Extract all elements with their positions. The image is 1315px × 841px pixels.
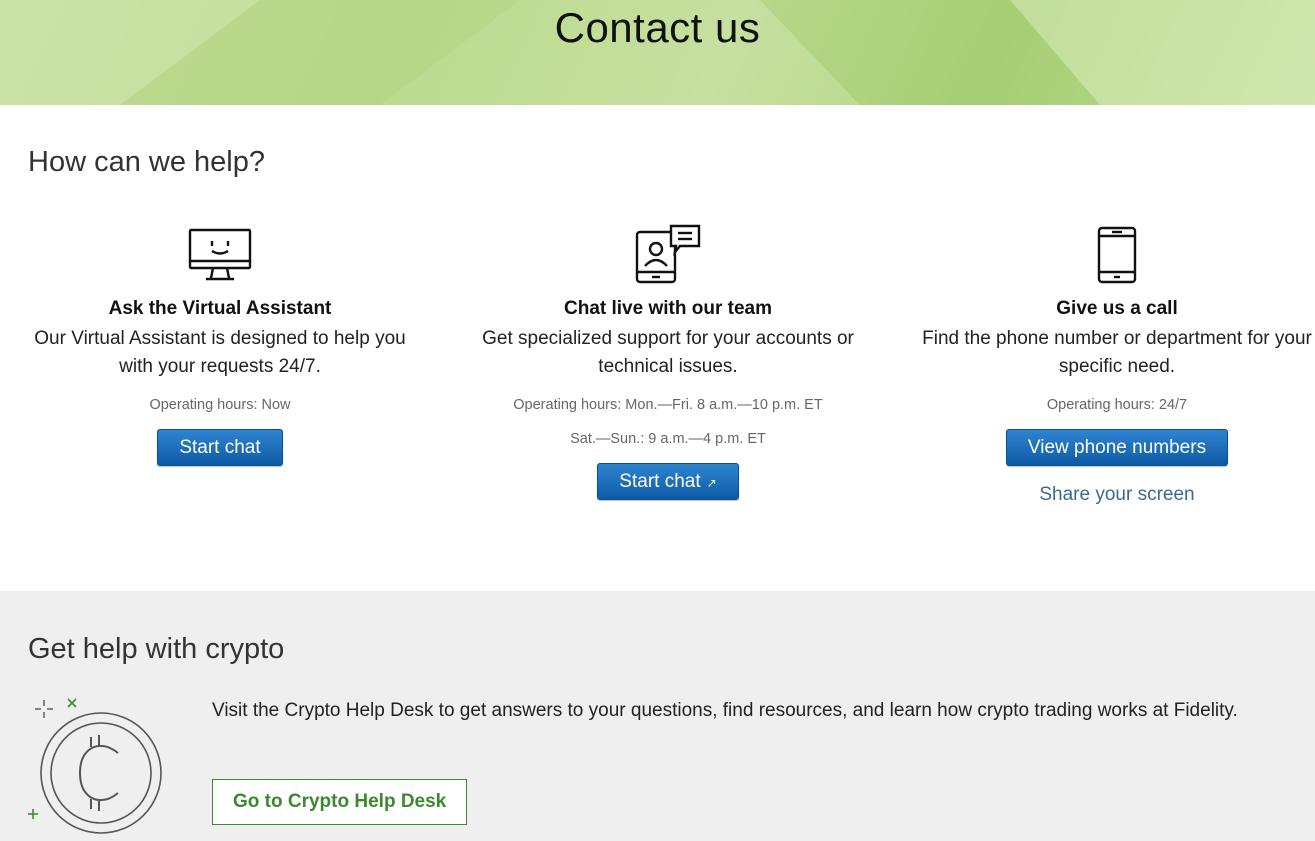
- option-virtual-assistant: Ask the Virtual Assistant Our Virtual As…: [10, 212, 430, 466]
- section-title-help: How can we help?: [28, 146, 265, 178]
- start-chat-live-button[interactable]: Start chat ↗: [597, 463, 739, 500]
- view-phone-numbers-button[interactable]: View phone numbers: [1005, 429, 1229, 466]
- page-title: Contact us: [554, 4, 761, 51]
- tablet-chat-icon: [458, 212, 878, 284]
- crypto-section: Get help with crypto Visit the Crypto He…: [0, 591, 1315, 841]
- start-chat-virtual-assistant-button[interactable]: Start chat: [157, 429, 283, 466]
- option-description: Get specialized support for your account…: [482, 328, 854, 377]
- external-window-icon: ↗: [706, 476, 717, 490]
- phone-icon: [907, 212, 1315, 284]
- option-description: Our Virtual Assistant is designed to hel…: [34, 328, 406, 377]
- option-description: Find the phone number or department for …: [922, 328, 1312, 377]
- option-heading: Ask the Virtual Assistant: [108, 298, 332, 319]
- option-phone: Give us a call Find the phone number or …: [907, 212, 1315, 506]
- operating-hours: Operating hours: Now: [149, 397, 291, 413]
- share-your-screen-link[interactable]: Share your screen: [907, 484, 1315, 506]
- option-heading: Chat live with our team: [564, 298, 772, 319]
- section-title-crypto: Get help with crypto: [28, 633, 285, 665]
- crypto-coin-icon: [24, 691, 169, 841]
- monitor-smile-icon: [10, 212, 430, 284]
- operating-hours: Operating hours: 24/7: [1046, 397, 1188, 413]
- operating-hours-weekday: Operating hours: Mon.—Fri. 8 a.m.—10 p.m…: [513, 397, 823, 413]
- operating-hours-weekend: Sat.—Sun.: 9 a.m.—4 p.m. ET: [570, 431, 766, 447]
- option-heading: Give us a call: [1056, 298, 1178, 319]
- crypto-description: Visit the Crypto Help Desk to get answer…: [212, 700, 1238, 721]
- hero-banner: Contact us: [0, 0, 1315, 105]
- go-to-crypto-help-desk-button[interactable]: Go to Crypto Help Desk: [212, 779, 468, 825]
- option-live-chat: Chat live with our team Get specialized …: [458, 212, 878, 500]
